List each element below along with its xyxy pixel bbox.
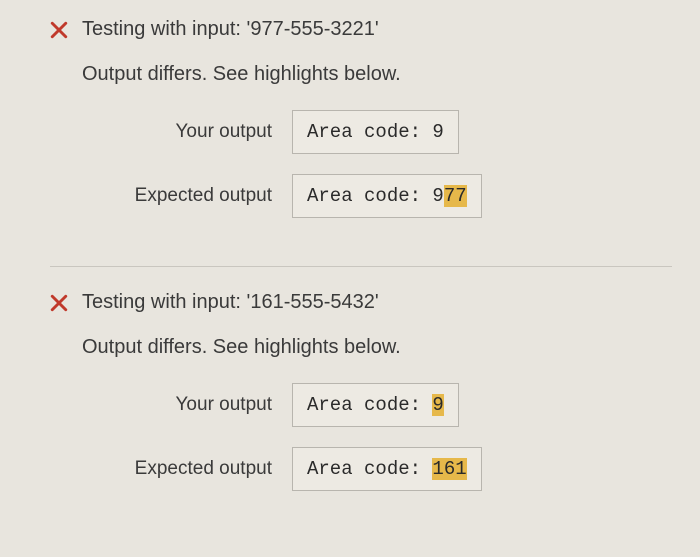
your-output-label: Your output: [82, 394, 292, 416]
expected-output-row: Expected output Area code: 977: [82, 174, 672, 218]
expected-output-label: Expected output: [82, 458, 292, 480]
fail-x-icon: [50, 294, 68, 312]
output-text: Area code:: [307, 394, 432, 416]
test-header-text: Testing with input: '977-555-3221': [82, 18, 379, 41]
your-output-row: Your output Area code: 9: [82, 383, 672, 427]
expected-output-row: Expected output Area code: 161: [82, 447, 672, 491]
your-output-value: Area code: 9: [292, 383, 459, 427]
expected-output-label: Expected output: [82, 185, 292, 207]
output-highlight: 77: [444, 185, 467, 207]
test-subtext: Output differs. See highlights below.: [82, 63, 672, 86]
output-highlight: 9: [432, 394, 443, 416]
test-case: Testing with input: '161-555-5432' Outpu…: [50, 291, 672, 539]
expected-output-value: Area code: 161: [292, 447, 482, 491]
output-text: Area code:: [307, 458, 432, 480]
test-case: Testing with input: '977-555-3221' Outpu…: [50, 18, 672, 266]
output-text: Area code: 9: [307, 121, 444, 143]
fail-x-icon: [50, 21, 68, 39]
test-divider: [50, 266, 672, 267]
expected-output-value: Area code: 977: [292, 174, 482, 218]
test-header-row: Testing with input: '161-555-5432': [50, 291, 672, 314]
your-output-label: Your output: [82, 121, 292, 143]
output-highlight: 161: [432, 458, 466, 480]
your-output-value: Area code: 9: [292, 110, 459, 154]
output-text: Area code: 9: [307, 185, 444, 207]
your-output-row: Your output Area code: 9: [82, 110, 672, 154]
test-subtext: Output differs. See highlights below.: [82, 336, 672, 359]
test-results-container: Testing with input: '977-555-3221' Outpu…: [0, 0, 700, 557]
test-header-row: Testing with input: '977-555-3221': [50, 18, 672, 41]
test-header-text: Testing with input: '161-555-5432': [82, 291, 379, 314]
